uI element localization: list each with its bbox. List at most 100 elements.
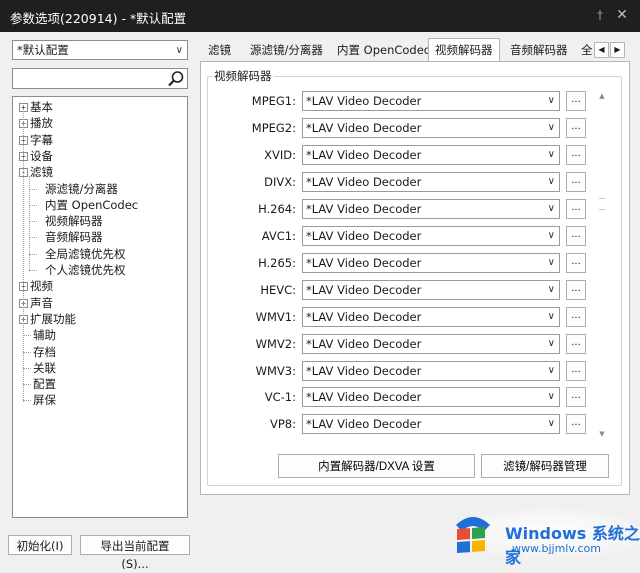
chevron-down-icon: ∨ [547,364,555,376]
scroll-thumb[interactable] [599,198,605,210]
decoder-label: VC-1: [264,390,296,405]
tab-filters[interactable]: 滤镜 [208,41,231,61]
tree-item-label: 屏保 [33,393,56,408]
decoder-label: DIVX: [264,174,296,189]
decoder-select-value: *LAV Video Decoder [306,228,422,243]
tab-opencodec[interactable]: 内置 OpenCodec [337,41,430,61]
decoder-config-button[interactable]: ... [566,91,586,111]
decoder-config-button[interactable]: ... [566,198,586,219]
tree-item[interactable]: 内置 OpenCodec [45,197,138,213]
window-title: 参数选项(220914) - *默认配置 [10,11,187,26]
decoder-label: MPEG1: [251,94,296,108]
decoder-select[interactable]: *LAV Video Decoder ∨ [302,360,560,381]
tab-scroll-right-button[interactable]: ▶ [610,42,625,58]
tree-item[interactable]: + 视频 [19,278,53,294]
title-bar: 参数选项(220914) - *默认配置 † ✕ [0,0,640,32]
tree-item[interactable]: + 设备 [19,148,53,164]
decoder-select[interactable]: *LAV Video Decoder ∨ [302,252,560,273]
decoder-select[interactable]: *LAV Video Decoder ∨ [302,387,560,408]
decoder-select-value: *LAV Video Decoder [306,282,422,297]
decoder-select-value: *LAV Video Decoder [306,94,422,108]
tree-item[interactable]: + 字幕 [19,132,53,148]
decoder-select[interactable]: *LAV Video Decoder ∨ [302,91,560,111]
decoder-config-button[interactable]: ... [566,252,586,273]
decoder-label: VP8: [270,417,296,432]
decoder-select[interactable]: *LAV Video Decoder ∨ [302,414,560,435]
decoder-select[interactable]: *LAV Video Decoder ∨ [302,198,560,219]
tree-item[interactable]: 源滤镜/分离器 [45,181,118,197]
decoder-select[interactable]: *LAV Video Decoder ∨ [302,144,560,165]
tree-item-label: 个人滤镜优先权 [45,263,126,277]
tree-item-label: 声音 [30,295,53,310]
tree-item[interactable]: + 播放 [19,115,53,131]
tree-item-label: 滤镜 [30,165,53,180]
decoder-label: WMV1: [255,309,296,324]
tree-item[interactable]: 配置 [33,376,56,392]
decoder-select[interactable]: *LAV Video Decoder ∨ [302,333,560,354]
decoder-label: XVID: [264,147,296,162]
tree-item[interactable]: 存档 [33,344,56,360]
decoder-config-button[interactable]: ... [566,171,586,192]
chevron-down-icon: ∨ [547,95,555,106]
chevron-down-icon: ∨ [175,45,183,56]
export-config-button[interactable]: 导出当前配置(S)... [80,535,190,571]
close-icon[interactable]: ✕ [614,7,630,23]
tab-video-decoder[interactable]: 视频解码器 [428,38,500,62]
decoder-select[interactable]: *LAV Video Decoder ∨ [302,306,560,327]
search-icon[interactable] [167,70,185,87]
search-input[interactable] [12,68,188,89]
tree-item-label: 播放 [30,116,53,131]
decoder-select[interactable]: *LAV Video Decoder ∨ [302,171,560,192]
tree-item[interactable]: 个人滤镜优先权 [45,262,126,278]
tree-item-label: 配置 [33,377,56,392]
scroll-up-icon[interactable]: ▲ [596,90,608,102]
tree-item-label: 全局滤镜优先权 [45,246,126,261]
chevron-down-icon: ∨ [547,175,555,187]
pin-icon[interactable]: † [593,8,607,22]
decoder-label: HEVC: [260,282,296,297]
tree-item[interactable]: 关联 [33,360,56,376]
decoder-config-button[interactable]: ... [566,225,586,246]
decoder-config-button[interactable]: ... [566,414,586,435]
decoder-label: WMV3: [255,363,296,378]
tree-item[interactable]: 音频解码器 [45,229,103,245]
profile-select[interactable]: *默认配置 ∨ [12,40,188,60]
tree-item[interactable]: - 滤镜 [19,164,53,180]
decoder-label: H.265: [258,255,296,270]
scrollbar[interactable]: ▲ ▼ [596,90,608,440]
tree-item[interactable]: 辅助 [33,327,56,343]
chevron-down-icon: ∨ [547,229,555,241]
decoder-select-value: *LAV Video Decoder [306,120,422,135]
decoder-select[interactable]: *LAV Video Decoder ∨ [302,117,560,138]
tab-source-filters[interactable]: 源滤镜/分离器 [250,41,323,61]
init-button[interactable]: 初始化(I) [8,535,72,555]
decoder-config-button[interactable]: ... [566,279,586,300]
tab-audio-decoder[interactable]: 音频解码器 [510,41,568,61]
tree-item[interactable]: + 基本 [19,99,53,115]
decoder-select-value: *LAV Video Decoder [306,390,422,405]
filter-manager-button[interactable]: 滤镜/解码器管理 [481,454,609,478]
decoder-config-button[interactable]: ... [566,333,586,354]
decoder-config-button[interactable]: ... [566,117,586,138]
tree-item[interactable]: + 扩展功能 [19,311,76,327]
decoder-config-button[interactable]: ... [566,144,586,165]
decoder-config-button[interactable]: ... [566,360,586,381]
decoder-select[interactable]: *LAV Video Decoder ∨ [302,279,560,300]
decoder-select-value: *LAV Video Decoder [306,417,422,432]
tree-item[interactable]: 屏保 [33,392,56,408]
tab-scroll-left-button[interactable]: ◀ [594,42,609,58]
settings-tree[interactable]: + 基本 + 播放 + 字幕 + 设备 - 滤镜 源滤镜/分离器 内置 OpenCodec 视频解码器音… [12,96,188,518]
tree-item-label: 基本 [30,100,53,114]
tab-global[interactable]: 全 [581,41,593,61]
decoder-config-button[interactable]: ... [566,306,586,327]
chevron-down-icon: ∨ [547,256,555,268]
tree-item[interactable]: + 声音 [19,295,53,311]
tree-item-label: 扩展功能 [30,311,76,326]
scroll-down-icon[interactable]: ▼ [596,428,608,440]
decoder-select[interactable]: *LAV Video Decoder ∨ [302,225,560,246]
tree-item[interactable]: 视频解码器 [45,213,103,229]
tree-item-label: 存档 [33,344,56,359]
decoder-config-button[interactable]: ... [566,387,586,408]
tree-item[interactable]: 全局滤镜优先权 [45,246,126,262]
builtin-decoder-settings-button[interactable]: 内置解码器/DXVA 设置 [278,454,475,478]
